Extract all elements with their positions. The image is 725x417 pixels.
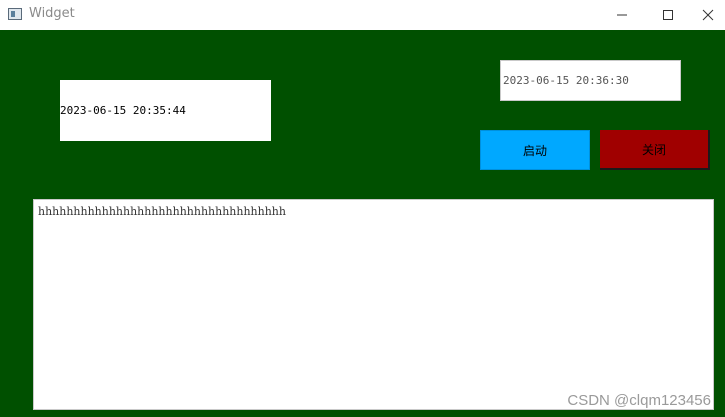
app-window-icon: [8, 8, 22, 20]
datetime-edit[interactable]: 2023-06-15 20:36:30: [500, 60, 681, 101]
log-text-area[interactable]: hhhhhhhhhhhhhhhhhhhhhhhhhhhhhhhhhhh: [33, 199, 714, 410]
widget-client-area: 2023-06-15 20:35:44 2023-06-15 20:36:30 …: [0, 30, 725, 417]
title-bar[interactable]: Widget: [0, 0, 725, 30]
close-window-button[interactable]: [691, 0, 725, 30]
window-title: Widget: [29, 6, 75, 21]
watermark: CSDN @clqm123456: [567, 392, 711, 409]
maximize-icon: [663, 10, 673, 20]
close-icon: [702, 9, 714, 21]
current-time-label: 2023-06-15 20:35:44: [60, 80, 271, 141]
minimize-icon: [617, 14, 627, 16]
stop-button[interactable]: 关闭: [600, 130, 710, 170]
start-button[interactable]: 启动: [480, 130, 590, 170]
maximize-button[interactable]: [645, 0, 691, 30]
minimize-button[interactable]: [599, 0, 645, 30]
